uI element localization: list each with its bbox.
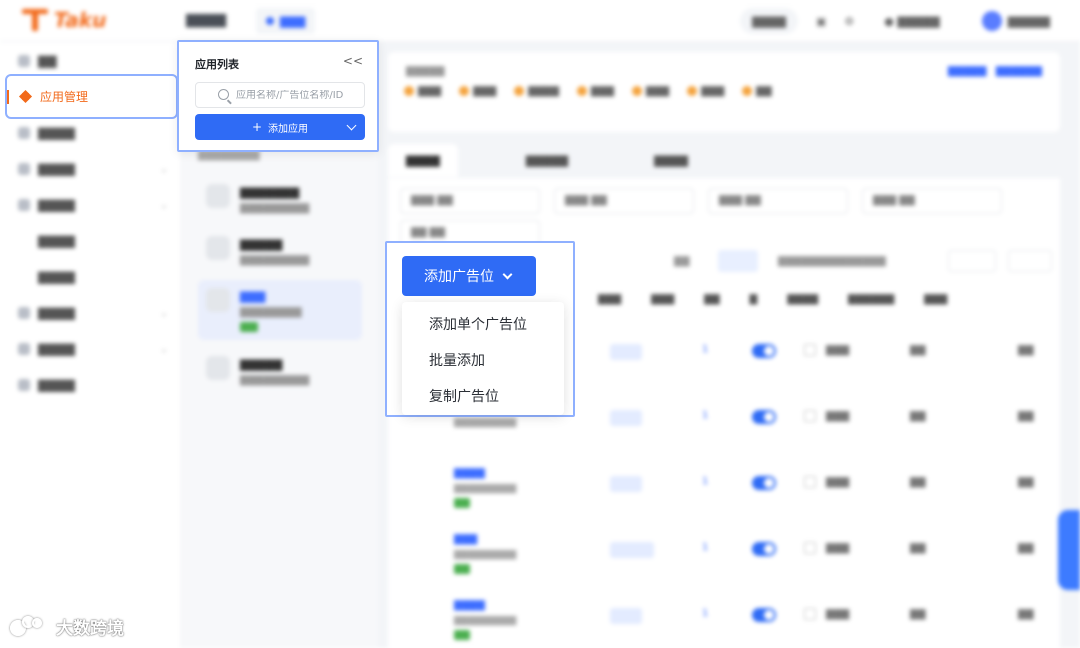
platform-list-blur: ▇▇▇ ▇▇▇ ▇▇▇▇ ▇▇▇ ▇▇▇ ▇▇▇ ▇▇ [404,86,772,97]
nav-item-blur: ▇▇▇▇ ⌄ [18,338,168,360]
add-ad-slot-button[interactable]: 添加广告位 [402,256,536,296]
nav-item-blur: ▇▇▇▇ ⌄ [18,302,168,324]
sidebar-item-app-management[interactable]: 应用管理 [5,74,178,119]
logo: Taku [22,8,106,32]
active-indicator [7,90,9,104]
menu-item-copy-slot[interactable]: 复制广告位 [429,386,499,406]
app-search-field[interactable] [195,82,365,108]
watermark-logo-icon [10,615,50,638]
table-header-blur: ▇▇▇ ▇▇▇ ▇▇ ▇ ▇▇▇▇ ▇▇▇▇▇▇ ▇▇▇ [598,294,948,305]
nav-item-blur: ▇▇▇▇ [18,374,168,396]
add-app-button[interactable]: + 添加应用 [195,114,365,140]
list-item: ▇▇▇▇▇ ▇▇▇▇▇▇▇▇▇ [198,228,362,278]
table-row: ▇▇▇▇ ▇▇▇▇▇▇▇▇▇ 1 ▇▇▇ ▇▇ ▇▇ [398,592,1058,648]
logo-mark-icon [22,9,48,31]
top-chip-blur: ▇▇▇ [256,8,316,34]
menu-item-add-single-slot[interactable]: 添加单个广告位 [429,314,527,334]
menu-item-batch-add[interactable]: 批量添加 [429,350,485,370]
nav-item-blur: ▇▇▇▇ [38,234,75,248]
app-management-icon [18,89,33,103]
table-row: ▇▇▇ ▇▇▇▇▇▇▇▇▇ 1 ▇▇▇ ▇▇ ▇▇ [398,526,1058,586]
watermark: 大数跨境 [10,614,124,639]
nav-item-blur: ▇▇▇▇ [38,270,75,284]
nav-item-blur: ▇▇▇▇ [18,122,168,144]
app-list-title: 应用列表 [195,58,239,71]
nav-item-blur: ▇▇ [18,50,168,72]
add-slot-menu: 添加单个广告位 批量添加 复制广告位 [402,302,564,415]
add-ad-slot-label: 添加广告位 [424,269,494,285]
table-row: ▇▇▇▇ ▇▇▇▇▇▇▇▇▇ 1 ▇▇▇ ▇▇ ▇▇ [398,460,1058,520]
nav-item-blur: ▇▇▇▇ ⌄ [18,158,168,180]
list-item: ▇▇▇▇▇▇▇ ▇▇▇▇▇▇▇▇▇ [198,176,362,226]
sidebar: ▇▇ ▇▇▇▇ ▇▇▇▇ ⌄ ▇▇▇▇ ⌄ ▇▇▇▇ ▇▇▇▇ ▇▇▇▇ ⌄ ▇▇▇▇… [0,42,182,648]
top-right-blur: ▇▇▇▇ ▣ ⚙ ● ▇▇▇▇▇ ▇▇▇▇▇ [740,8,1062,34]
app-list-popover: 应用列表 << + 添加应用 [177,40,379,152]
plus-icon: + [251,120,263,134]
list-item: ▇▇▇ ▇▇▇▇▇▇▇▇ [198,280,362,340]
top-title-blur: ▇▇▇▇ [186,13,226,28]
list-item: ▇▇▇▇▇ ▇▇▇▇▇▇▇▇▇ [198,348,362,398]
nav-item-blur: ▇▇▇▇ ⌄ [18,194,168,216]
app-search-input[interactable] [236,89,364,101]
top-bar: Taku ▇▇▇▇ ▇▇▇ ▇▇▇▇ ▣ ⚙ ● ▇▇▇▇▇ ▇▇▇▇▇ [0,0,1080,42]
floating-help-tab [1058,510,1080,590]
collapse-icon[interactable]: << [343,54,363,68]
sidebar-item-label: 应用管理 [40,90,89,104]
chevron-down-icon[interactable] [346,120,357,131]
tabs-blur: ▇▇▇▇ ▇▇▇▇▇ ▇▇▇▇ [388,142,1060,178]
logo-text: Taku [54,8,107,32]
search-icon [218,89,229,100]
watermark-text: 大数跨境 [56,619,124,639]
add-app-label: 添加应用 [268,123,309,135]
chevron-down-icon [502,269,513,279]
